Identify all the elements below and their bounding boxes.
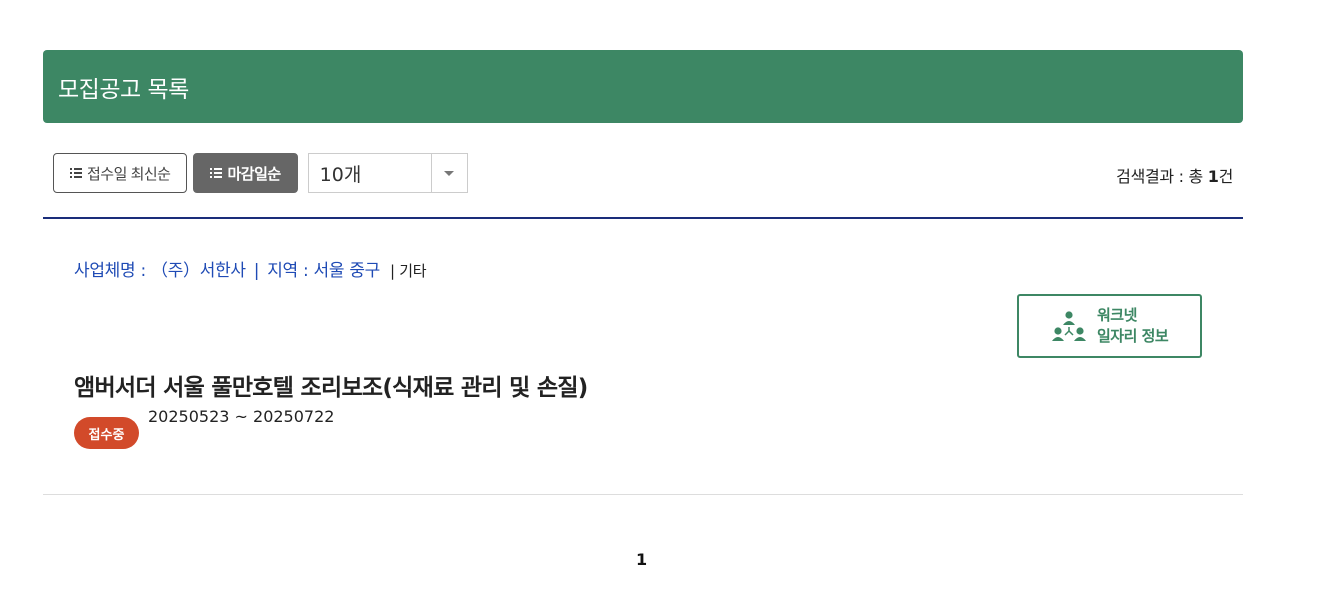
result-count: 검색결과 : 총 1건 xyxy=(1116,163,1233,187)
people-network-icon xyxy=(1052,311,1086,341)
result-count-label: 검색결과 : 총 xyxy=(1116,167,1208,186)
result-count-number: 1 xyxy=(1207,167,1219,186)
caret-down-icon xyxy=(444,170,455,176)
sort-receipt-date-label: 접수일 최신순 xyxy=(87,165,171,183)
page-size-value: 10개 xyxy=(319,163,362,186)
recruit-period: 20250523 ~ 20250722 xyxy=(148,407,335,426)
page-size-select[interactable]: 10개 xyxy=(307,153,468,193)
list-icon xyxy=(210,167,223,179)
page-header: 모집공고 목록 xyxy=(43,50,1243,123)
sort-deadline-label: 마감일순 xyxy=(227,165,281,183)
meta-separator: | xyxy=(253,261,260,281)
sort-toolbar: 접수일 최신순 마감일순 10개 xyxy=(53,153,468,193)
region-label: 지역 : xyxy=(267,261,314,281)
result-count-unit: 건 xyxy=(1218,167,1234,186)
sort-deadline-button[interactable]: 마감일순 xyxy=(193,153,298,193)
status-badge: 접수중 xyxy=(74,417,139,449)
job-meta: 사업체명 : （주）서한사 | 지역 : 서울 중구 | 기타 xyxy=(74,256,427,281)
list-bottom-divider xyxy=(43,494,1243,495)
pagination-page-1[interactable]: 1 xyxy=(636,550,647,569)
worknet-label: 워크넷 xyxy=(1097,306,1137,324)
company-name: （주）서한사 xyxy=(151,261,246,281)
list-top-divider xyxy=(43,217,1243,219)
worknet-sublabel: 일자리 정보 xyxy=(1097,327,1169,345)
company-label: 사업체명 : xyxy=(74,261,151,281)
worknet-job-info-button[interactable]: 워크넷 일자리 정보 xyxy=(1017,294,1202,358)
list-icon xyxy=(70,167,82,179)
dropdown-toggle[interactable] xyxy=(430,154,467,192)
job-title-link[interactable]: 앰버서더 서울 풀만호텔 조리보조(식재료 관리 및 손질) xyxy=(74,368,588,402)
job-category: | 기타 xyxy=(390,262,427,280)
sort-receipt-date-button[interactable]: 접수일 최신순 xyxy=(53,153,188,193)
page-title: 모집공고 목록 xyxy=(58,76,189,103)
region-value: 서울 중구 xyxy=(313,261,381,281)
